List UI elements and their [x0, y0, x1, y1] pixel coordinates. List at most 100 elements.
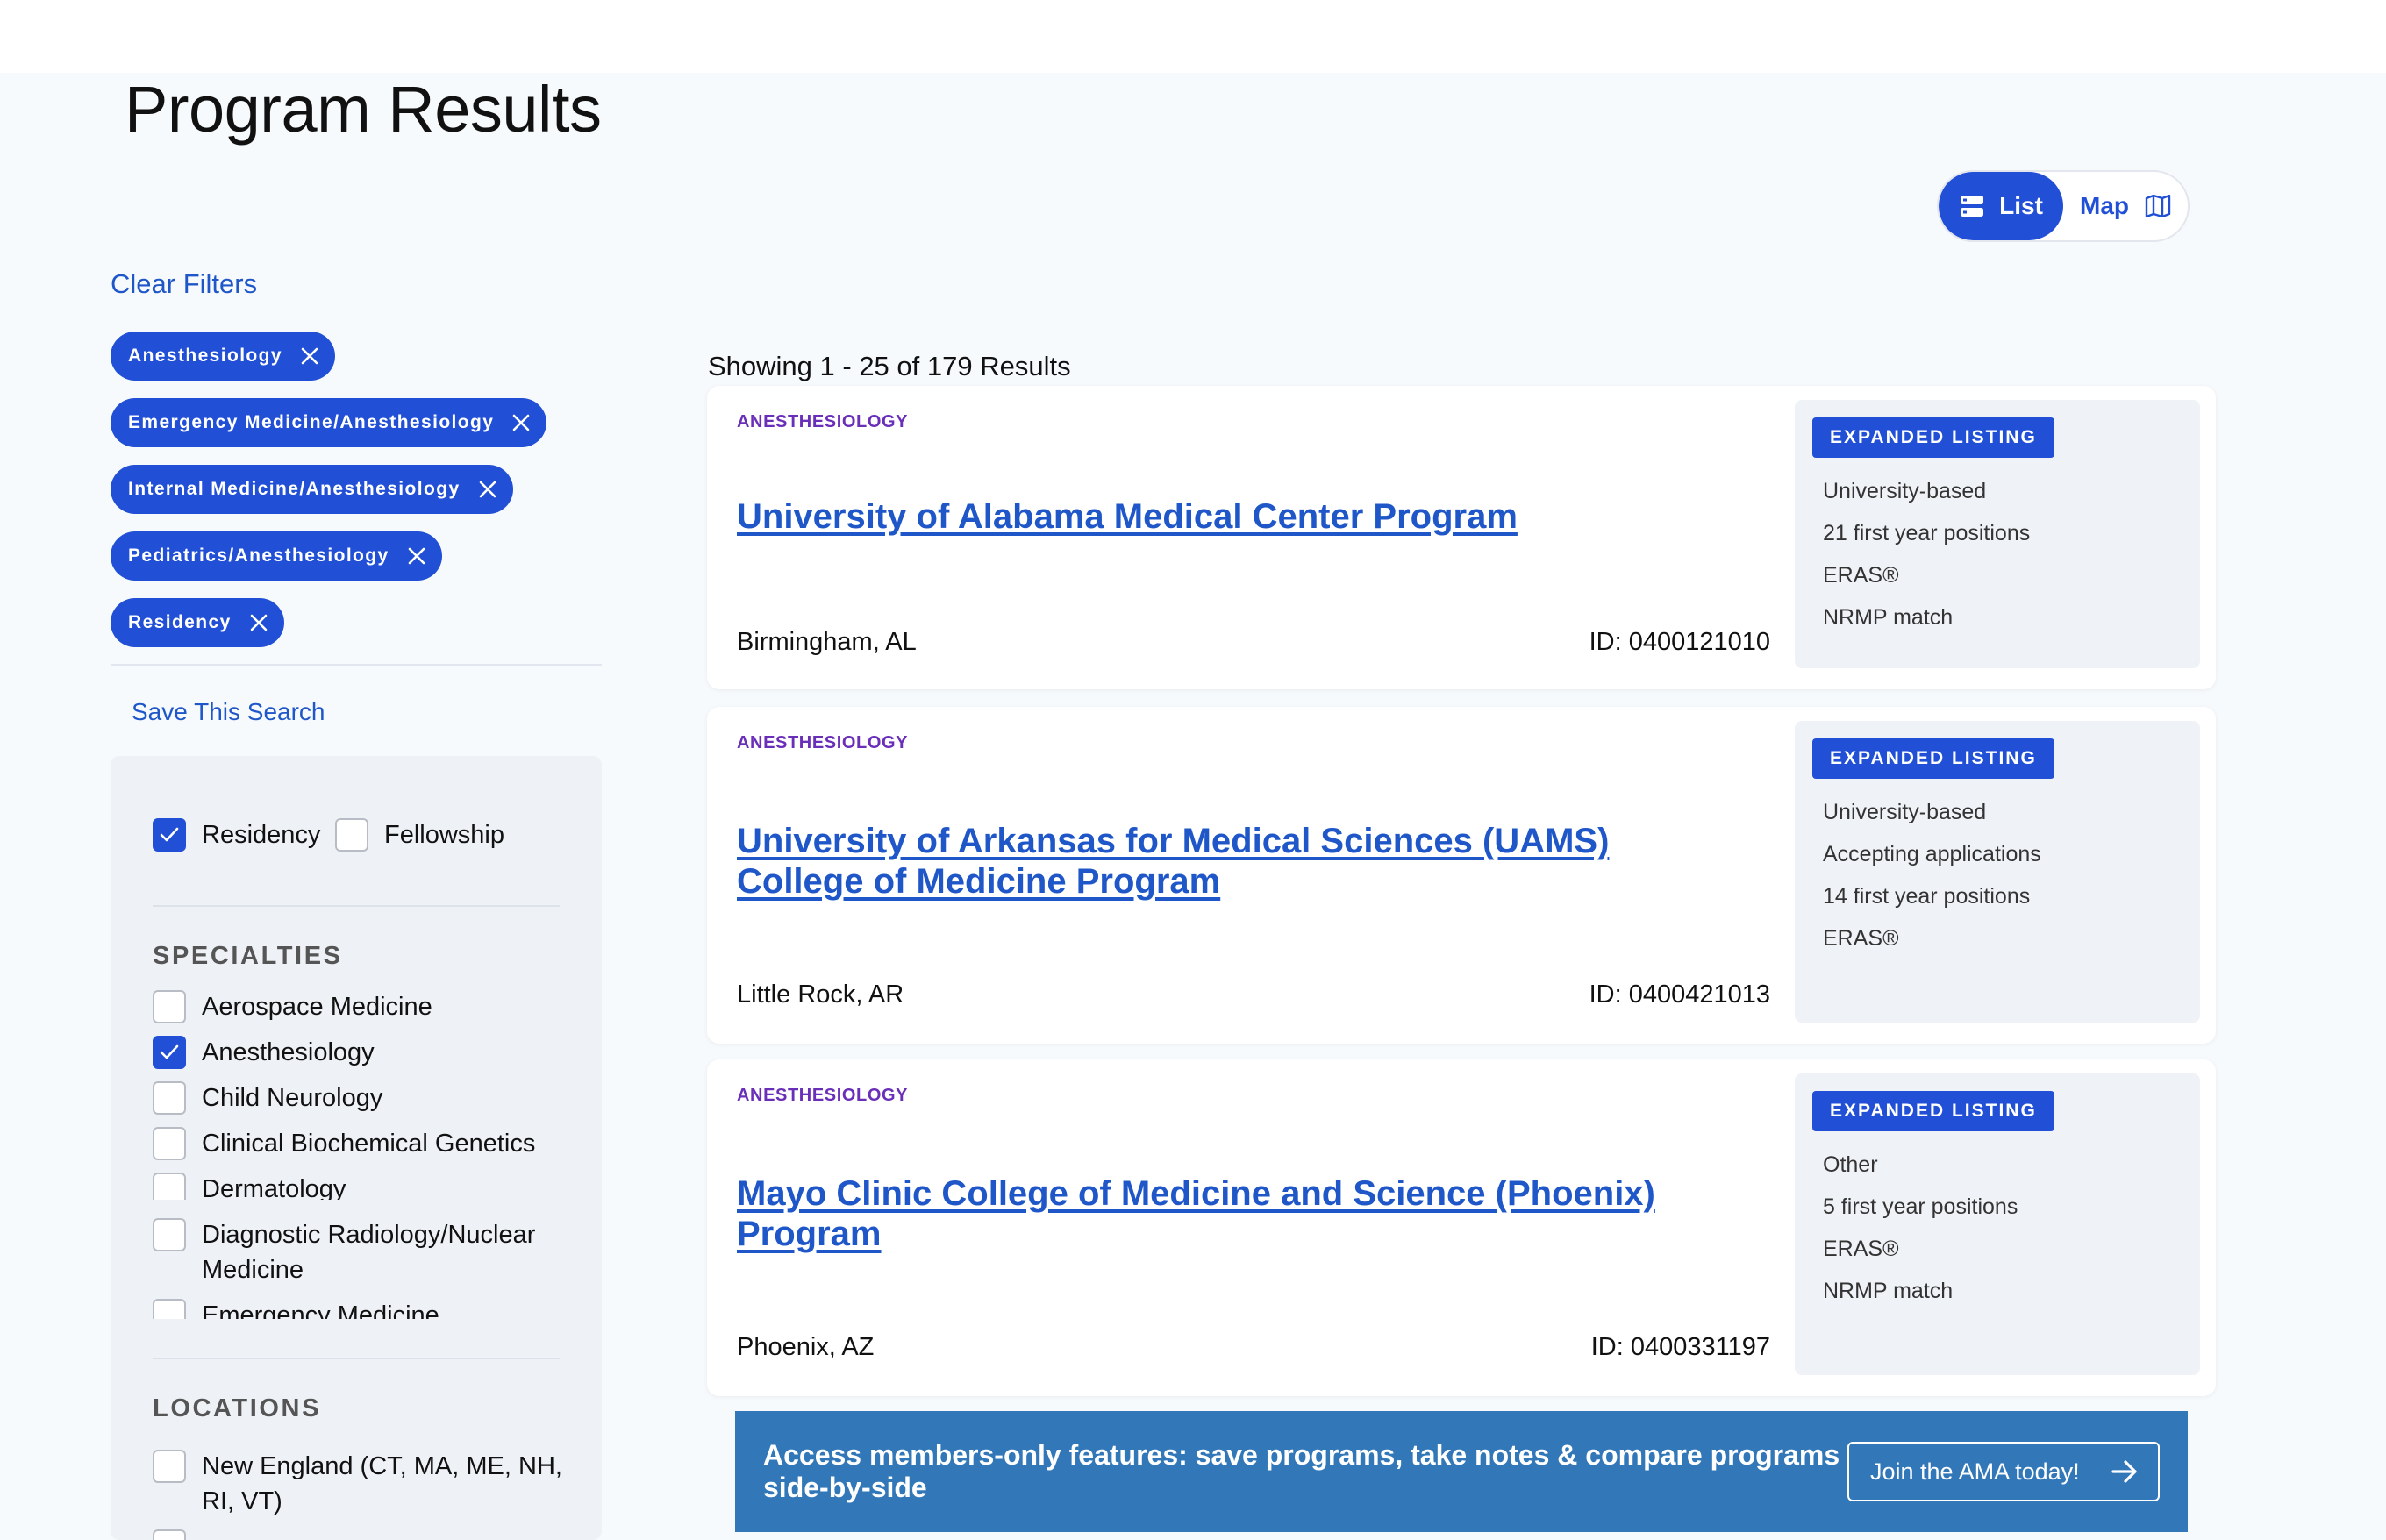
specialty-checkbox[interactable] [153, 1299, 186, 1319]
specialty-option[interactable]: Diagnostic Radiology/Nuclear Medicine [153, 1217, 556, 1287]
filter-chip-emergency-medicine-anesthesiology[interactable]: Emergency Medicine/Anesthesiology [111, 398, 547, 447]
specialty-option[interactable]: Dermatology [153, 1172, 346, 1200]
location-checkbox[interactable] [153, 1450, 186, 1483]
specialties-list-continued: Diagnostic Radiology/Nuclear Medicine Em… [111, 1217, 602, 1319]
list-view-icon [1961, 196, 1984, 217]
filter-chip-internal-medicine-anesthesiology[interactable]: Internal Medicine/Anesthesiology [111, 465, 513, 514]
fellowship-checkbox[interactable] [335, 818, 368, 852]
join-ama-button[interactable]: Join the AMA today! [1847, 1442, 2160, 1501]
expanded-listing-badge: EXPANDED LISTING [1812, 1091, 2054, 1131]
card-specialty: ANESTHESIOLOGY [737, 412, 909, 431]
filter-panel: Residency Fellowship SPECIALTIES Aerospa… [111, 756, 602, 1540]
save-search-link[interactable]: Save This Search [132, 698, 325, 726]
program-location: Phoenix, AZ [737, 1333, 875, 1361]
arrow-right-icon [2111, 1460, 2137, 1483]
residency-checkbox-row[interactable]: Residency [153, 817, 320, 852]
specialty-option[interactable]: Anesthesiology [153, 1035, 375, 1070]
program-id: ID: 0400121010 [1589, 628, 1770, 656]
checkmark-icon [160, 827, 179, 842]
program-card: ANESTHESIOLOGY University of Arkansas fo… [707, 707, 2216, 1044]
program-feature: ERAS® [1823, 1237, 1899, 1261]
specialty-checkbox[interactable] [153, 1081, 186, 1115]
program-title-link[interactable]: Mayo Clinic College of Medicine and Scie… [737, 1173, 1702, 1254]
panel-divider [153, 905, 560, 907]
program-title-link[interactable]: University of Alabama Medical Center Pro… [737, 496, 1754, 537]
view-toggle: List Map [1937, 170, 2190, 242]
program-feature: 21 first year positions [1823, 521, 2031, 545]
program-feature: ERAS® [1823, 563, 1899, 588]
program-location: Birmingham, AL [737, 628, 917, 656]
specialty-label: Anesthesiology [202, 1038, 375, 1066]
join-ama-label: Join the AMA today! [1870, 1458, 2080, 1485]
specialty-checkbox[interactable] [153, 1173, 186, 1200]
program-feature: University-based [1823, 479, 1987, 503]
list-view-button[interactable]: List [1939, 172, 2063, 240]
map-view-label: Map [2080, 192, 2129, 219]
card-details-panel: EXPANDED LISTING University-based Accept… [1795, 721, 2200, 1023]
close-icon[interactable] [511, 413, 531, 432]
program-card: ANESTHESIOLOGY Mayo Clinic College of Me… [707, 1059, 2216, 1396]
map-view-button[interactable]: Map [2063, 172, 2188, 240]
card-details-panel: EXPANDED LISTING University-based 21 fir… [1795, 400, 2200, 668]
program-id: ID: 0400331197 [1590, 1333, 1770, 1361]
expanded-listing-badge: EXPANDED LISTING [1812, 417, 2054, 458]
close-icon[interactable] [407, 546, 426, 566]
program-feature: ERAS® [1823, 926, 1899, 951]
checkmark-icon [160, 1044, 179, 1059]
members-banner: Access members-only features: save progr… [735, 1411, 2188, 1532]
card-specialty: ANESTHESIOLOGY [737, 1086, 909, 1105]
program-card: ANESTHESIOLOGY University of Alabama Med… [707, 386, 2216, 689]
specialty-checkbox[interactable] [153, 1127, 186, 1160]
program-feature: 14 first year positions [1823, 884, 2031, 909]
specialty-option[interactable]: Child Neurology [153, 1080, 382, 1116]
specialty-checkbox[interactable] [153, 990, 186, 1023]
map-icon [2145, 195, 2171, 217]
filter-chip-label: Emergency Medicine/Anesthesiology [128, 412, 495, 432]
specialty-option[interactable]: Clinical Biochemical Genetics [153, 1126, 535, 1161]
program-feature: NRMP match [1823, 1279, 1954, 1303]
program-location: Little Rock, AR [737, 980, 904, 1009]
specialty-label: Dermatology [202, 1175, 346, 1200]
program-feature: University-based [1823, 800, 1987, 824]
specialty-checkbox[interactable] [153, 1218, 186, 1251]
location-option[interactable]: New England (CT, MA, ME, NH, RI, VT) [153, 1449, 574, 1519]
page-title: Program Results [125, 73, 602, 146]
residency-label: Residency [202, 821, 321, 849]
close-icon[interactable] [478, 480, 497, 499]
residency-checkbox[interactable] [153, 818, 186, 852]
results-count: Showing 1 - 25 of 179 Results [708, 351, 1071, 381]
list-view-label: List [1999, 192, 2043, 219]
specialty-label: Child Neurology [202, 1084, 383, 1112]
filter-chip-residency[interactable]: Residency [111, 598, 284, 647]
specialties-list: Aerospace Medicine Anesthesiology Child … [111, 989, 602, 1200]
specialty-checkbox[interactable] [153, 1036, 186, 1069]
program-feature: NRMP match [1823, 605, 1954, 630]
specialties-heading: SPECIALTIES [153, 942, 343, 970]
program-feature: 5 first year positions [1823, 1194, 2018, 1219]
expanded-listing-badge: EXPANDED LISTING [1812, 738, 2054, 779]
fellowship-label: Fellowship [384, 821, 504, 849]
program-feature: Accepting applications [1823, 842, 2041, 866]
card-details-panel: EXPANDED LISTING Other 5 first year posi… [1795, 1073, 2200, 1375]
fellowship-checkbox-row[interactable]: Fellowship [335, 817, 504, 852]
close-icon[interactable] [300, 346, 319, 366]
filter-chip-pediatrics-anesthesiology[interactable]: Pediatrics/Anesthesiology [111, 531, 442, 581]
program-id: ID: 0400421013 [1589, 980, 1770, 1009]
locations-heading: LOCATIONS [153, 1394, 322, 1422]
location-label: New England (CT, MA, ME, NH, RI, VT) [202, 1452, 562, 1515]
program-feature: Other [1823, 1152, 1878, 1177]
filter-chip-label: Residency [128, 612, 232, 632]
filter-chip-anesthesiology[interactable]: Anesthesiology [111, 332, 335, 381]
specialty-option[interactable]: Aerospace Medicine [153, 989, 432, 1024]
specialty-option[interactable]: Emergency Medicine [153, 1298, 439, 1319]
filter-chip-label: Internal Medicine/Anesthesiology [128, 479, 461, 499]
program-title-link[interactable]: University of Arkansas for Medical Scien… [737, 821, 1667, 902]
sidebar-divider [111, 664, 602, 666]
clear-filters-link[interactable]: Clear Filters [111, 268, 257, 300]
specialty-label: Diagnostic Radiology/Nuclear Medicine [202, 1221, 536, 1284]
close-icon[interactable] [249, 613, 268, 632]
filter-chip-label: Anesthesiology [128, 346, 282, 366]
location-checkbox[interactable] [153, 1529, 186, 1540]
panel-divider [153, 1358, 560, 1359]
filter-chip-label: Pediatrics/Anesthesiology [128, 545, 389, 566]
